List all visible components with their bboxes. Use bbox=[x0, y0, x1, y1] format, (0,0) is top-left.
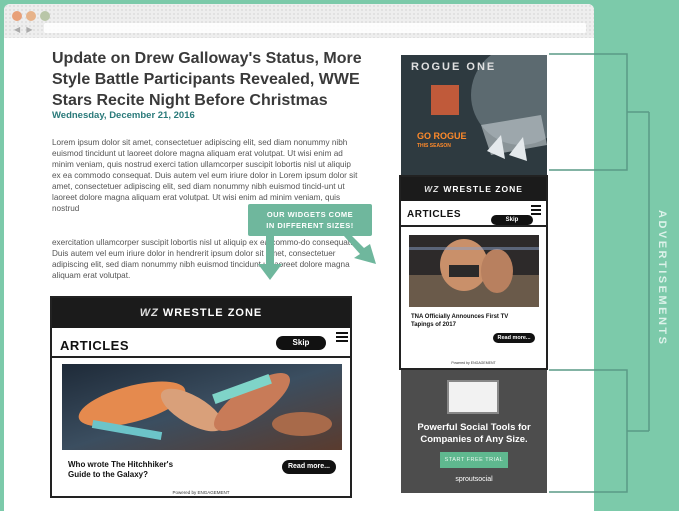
tagline-line: GO ROGUE bbox=[417, 131, 467, 141]
close-window-button[interactable] bbox=[12, 11, 22, 21]
address-bar[interactable] bbox=[44, 23, 586, 33]
advertisements-label: ADVERTISEMENTS bbox=[654, 210, 668, 370]
widget-section-row: ARTICLES Skip bbox=[52, 328, 350, 358]
widget-header: WZ WRESTLE ZONE bbox=[401, 177, 546, 201]
powered-by-label: Powered by ENGAGEMENT bbox=[451, 361, 496, 365]
widget-header: WZ WRESTLE ZONE bbox=[52, 298, 350, 328]
wrestlezone-logo-icon: WZ bbox=[139, 307, 159, 319]
article-photo[interactable] bbox=[62, 364, 342, 450]
callout-arrows-icon bbox=[258, 236, 376, 280]
wrestlezone-logo-icon: WZ bbox=[424, 184, 440, 194]
skip-button[interactable]: Skip bbox=[276, 336, 326, 350]
read-more-button[interactable]: Read more... bbox=[282, 460, 336, 474]
read-more-button[interactable]: Read more... bbox=[493, 333, 535, 343]
headline-line: Powerful Social Tools for bbox=[417, 422, 531, 433]
articles-widget-large[interactable]: WZ WRESTLE ZONE ARTICLES Skip Who wrote T… bbox=[50, 296, 352, 498]
headline-line: TNA Officially Announces First TV bbox=[411, 314, 509, 320]
ad-tagline: GO ROGUE THIS SEASON bbox=[417, 131, 467, 151]
widget-brand: WRESTLE ZONE bbox=[162, 307, 263, 319]
article-title: Update on Drew Galloway's Status, More S… bbox=[52, 50, 362, 109]
widget-section-title: ARTICLES bbox=[407, 209, 461, 220]
headline-line: Tapings of 2017 bbox=[411, 322, 456, 328]
menu-icon[interactable] bbox=[531, 205, 541, 217]
widget-section-row: ARTICLES Skip bbox=[401, 201, 546, 227]
advertisement-brackets-icon bbox=[549, 53, 650, 493]
widget-brand: WRESTLE ZONE bbox=[443, 184, 523, 194]
skip-button[interactable]: Skip bbox=[491, 215, 533, 225]
ad-brand: sproutsocial bbox=[455, 476, 493, 483]
browser-titlebar: ◀ ▶ bbox=[4, 4, 594, 38]
headline-line: Companies of Any Size. bbox=[420, 434, 528, 445]
powered-by-label: Powered by ENGAGEMENT bbox=[172, 490, 230, 495]
tagline-line: THIS SEASON bbox=[417, 143, 451, 149]
ad-headline: Powerful Social Tools for Companies of A… bbox=[407, 422, 541, 446]
article-photo[interactable] bbox=[409, 235, 539, 307]
maximize-window-button[interactable] bbox=[40, 11, 50, 21]
brand-logo-icon bbox=[431, 85, 459, 115]
articles-widget-small[interactable]: WZ WRESTLE ZONE ARTICLES Skip TNA Officia… bbox=[399, 175, 548, 370]
widget-section-title: ARTICLES bbox=[60, 338, 129, 353]
back-forward-icon[interactable]: ◀ ▶ bbox=[14, 25, 35, 34]
side-label-text: ADVERTISEMENTS bbox=[656, 210, 668, 347]
ad-rogue-one[interactable]: ROGUE ONE GO ROGUE THIS SEASON bbox=[401, 55, 547, 175]
minimize-window-button[interactable] bbox=[26, 11, 36, 21]
article-headline[interactable]: Who wrote The Hitchhiker's Guide to the … bbox=[68, 460, 173, 480]
callout-line: IN DIFFERENT SIZES! bbox=[266, 221, 354, 230]
callout-line: OUR WIDGETS COME bbox=[266, 210, 354, 219]
ad-title: ROGUE ONE bbox=[411, 61, 497, 73]
headline-line: Guide to the Galaxy? bbox=[68, 470, 149, 479]
widget-size-callout: OUR WIDGETS COME IN DIFFERENT SIZES! bbox=[248, 204, 372, 236]
laptop-screen-icon bbox=[447, 380, 499, 414]
start-free-trial-button[interactable]: START FREE TRIAL bbox=[440, 452, 508, 468]
article-date: Wednesday, December 21, 2016 bbox=[52, 110, 195, 121]
menu-icon[interactable] bbox=[336, 332, 348, 344]
article-paragraph: Lorem ipsum dolor sit amet, consectetuer… bbox=[52, 138, 358, 213]
article-headline[interactable]: TNA Officially Announces First TV Taping… bbox=[411, 313, 508, 329]
headline-line: Who wrote The Hitchhiker's bbox=[68, 460, 174, 469]
ad-sprout-social[interactable]: Powerful Social Tools for Companies of A… bbox=[401, 370, 547, 493]
